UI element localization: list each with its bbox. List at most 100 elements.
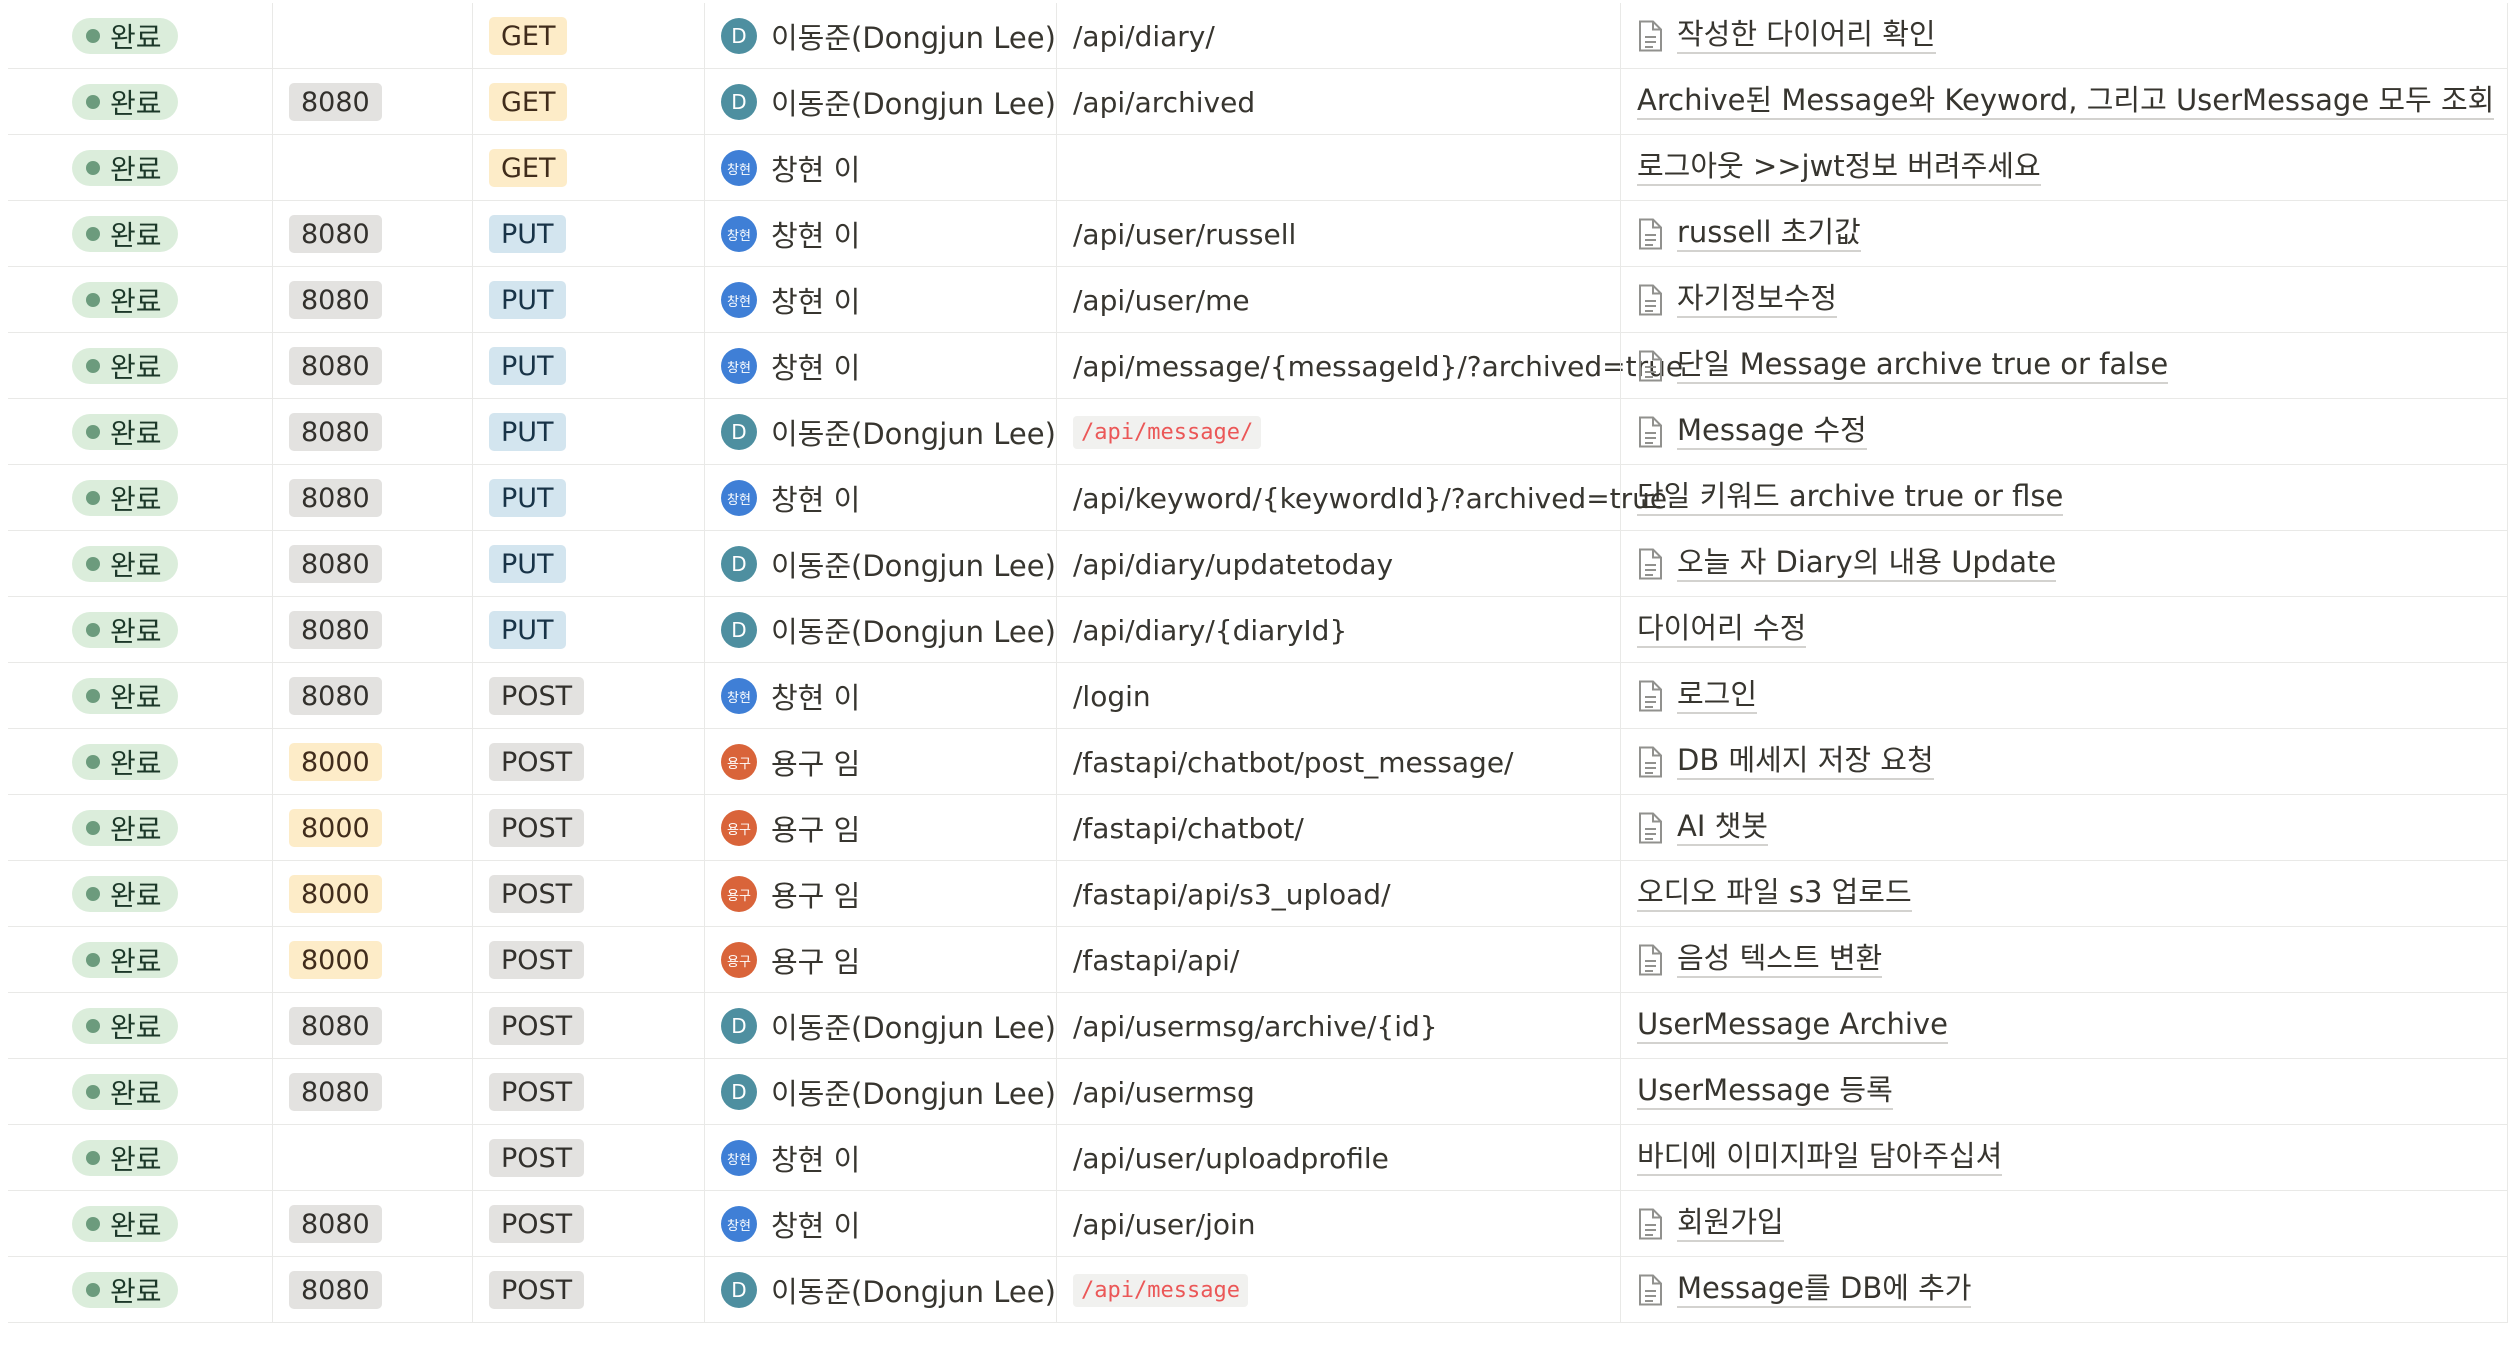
table-row[interactable]: 완료 8000 POST 용구 용구 임/fastapi/api/s3_upload/오… <box>8 861 2508 927</box>
port-cell[interactable]: 8080 <box>272 69 472 135</box>
status-cell[interactable]: 완료 <box>8 333 272 399</box>
description-cell[interactable]: russell 초기값 <box>1620 201 2508 267</box>
table-row[interactable]: 완료 8080 POST D 이동준(Dongjun Lee) /api/usermsg/… <box>8 993 2508 1059</box>
owner-cell[interactable]: 용구 용구 임 <box>704 861 1056 927</box>
description-link[interactable]: 로그인 <box>1677 677 1758 714</box>
table-row[interactable]: 완료 8000 POST 용구 용구 임/fastapi/api/음성 텍스트 변환 <box>8 927 2508 993</box>
method-cell[interactable]: POST <box>472 663 704 729</box>
table-row[interactable]: 완료 8080 POST 창현 창현 이/api/user/join 회원가입 <box>8 1191 2508 1257</box>
owner-cell[interactable]: 창현 창현 이 <box>704 333 1056 399</box>
description-link[interactable]: UserMessage 등록 <box>1637 1073 1893 1110</box>
description-link[interactable]: 음성 텍스트 변환 <box>1677 941 1883 978</box>
table-row[interactable]: 완료 8080 PUT 창현 창현 이/api/user/russell russell … <box>8 201 2508 267</box>
description-link[interactable]: 바디에 이미지파일 담아주십셔 <box>1637 1139 2003 1176</box>
description-cell[interactable]: 바디에 이미지파일 담아주십셔 <box>1620 1125 2508 1191</box>
method-cell[interactable]: PUT <box>472 597 704 663</box>
port-cell[interactable]: 8080 <box>272 399 472 465</box>
endpoint-cell[interactable]: /fastapi/api/ <box>1056 927 1620 993</box>
endpoint-cell[interactable]: /api/message/ <box>1056 399 1620 465</box>
status-cell[interactable]: 완료 <box>8 1125 272 1191</box>
status-cell[interactable]: 완료 <box>8 531 272 597</box>
port-cell[interactable]: 8080 <box>272 465 472 531</box>
port-cell[interactable]: 8080 <box>272 597 472 663</box>
endpoint-cell[interactable]: /api/usermsg/archive/{id} <box>1056 993 1620 1059</box>
method-cell[interactable]: PUT <box>472 531 704 597</box>
status-cell[interactable]: 완료 <box>8 795 272 861</box>
description-cell[interactable]: 오디오 파일 s3 업로드 <box>1620 861 2508 927</box>
description-link[interactable]: Message를 DB에 추가 <box>1677 1271 1972 1308</box>
description-link[interactable]: 단일 Message archive true or false <box>1677 347 2169 384</box>
owner-cell[interactable]: D 이동준(Dongjun Lee) <box>704 597 1056 663</box>
description-link[interactable]: UserMessage Archive <box>1637 1007 1948 1044</box>
description-link[interactable]: Message 수정 <box>1677 413 1867 450</box>
port-cell[interactable] <box>272 3 472 69</box>
description-link[interactable]: AI 챗봇 <box>1677 809 1768 846</box>
description-cell[interactable]: 오늘 자 Diary의 내용 Update <box>1620 531 2508 597</box>
port-cell[interactable] <box>272 135 472 201</box>
method-cell[interactable]: POST <box>472 729 704 795</box>
description-cell[interactable]: 자기정보수정 <box>1620 267 2508 333</box>
description-link[interactable]: 오디오 파일 s3 업로드 <box>1637 875 1912 912</box>
port-cell[interactable]: 8000 <box>272 795 472 861</box>
table-row[interactable]: 완료 8080 PUT D 이동준(Dongjun Lee) /api/diary/{di… <box>8 597 2508 663</box>
owner-cell[interactable]: 창현 창현 이 <box>704 465 1056 531</box>
description-link[interactable]: DB 메세지 저장 요청 <box>1677 743 1934 780</box>
port-cell[interactable]: 8080 <box>272 201 472 267</box>
status-cell[interactable]: 완료 <box>8 597 272 663</box>
description-link[interactable]: 단일 키워드 archive true or flse <box>1637 479 2064 516</box>
endpoint-cell[interactable]: /api/usermsg <box>1056 1059 1620 1125</box>
description-link[interactable]: Archive된 Message와 Keyword, 그리고 UserMessa… <box>1637 83 2495 120</box>
status-cell[interactable]: 완료 <box>8 1191 272 1257</box>
owner-cell[interactable]: 용구 용구 임 <box>704 729 1056 795</box>
port-cell[interactable]: 8080 <box>272 1059 472 1125</box>
owner-cell[interactable]: D 이동준(Dongjun Lee) <box>704 399 1056 465</box>
status-cell[interactable]: 완료 <box>8 135 272 201</box>
owner-cell[interactable]: D 이동준(Dongjun Lee) <box>704 531 1056 597</box>
method-cell[interactable]: PUT <box>472 201 704 267</box>
endpoint-cell[interactable]: /login <box>1056 663 1620 729</box>
status-cell[interactable]: 완료 <box>8 1257 272 1323</box>
description-link[interactable]: russell 초기값 <box>1677 215 1861 252</box>
method-cell[interactable]: PUT <box>472 399 704 465</box>
endpoint-cell[interactable]: /api/keyword/{keywordId}/?archived=true <box>1056 465 1667 531</box>
port-cell[interactable]: 8000 <box>272 729 472 795</box>
description-link[interactable]: 작성한 다이어리 확인 <box>1677 17 1936 54</box>
status-cell[interactable]: 완료 <box>8 993 272 1059</box>
endpoint-cell[interactable]: /api/diary/updatetoday <box>1056 531 1620 597</box>
owner-cell[interactable]: 창현 창현 이 <box>704 1191 1056 1257</box>
port-cell[interactable] <box>272 1125 472 1191</box>
method-cell[interactable]: POST <box>472 927 704 993</box>
status-cell[interactable]: 완료 <box>8 3 272 69</box>
description-cell[interactable]: 음성 텍스트 변환 <box>1620 927 2508 993</box>
method-cell[interactable]: POST <box>472 993 704 1059</box>
status-cell[interactable]: 완료 <box>8 69 272 135</box>
description-cell[interactable]: AI 챗봇 <box>1620 795 2508 861</box>
status-cell[interactable]: 완료 <box>8 729 272 795</box>
port-cell[interactable]: 8080 <box>272 333 472 399</box>
table-row[interactable]: 완료 8080 PUT D 이동준(Dongjun Lee) /api/diary/upd… <box>8 531 2508 597</box>
port-cell[interactable]: 8080 <box>272 531 472 597</box>
method-cell[interactable]: POST <box>472 1191 704 1257</box>
status-cell[interactable]: 완료 <box>8 861 272 927</box>
owner-cell[interactable]: D 이동준(Dongjun Lee) <box>704 69 1056 135</box>
owner-cell[interactable]: 용구 용구 임 <box>704 795 1056 861</box>
endpoint-cell[interactable]: /fastapi/api/s3_upload/ <box>1056 861 1620 927</box>
table-row[interactable]: 완료 GET D 이동준(Dongjun Lee) /api/diary/작성한 다이어… <box>8 3 2508 69</box>
method-cell[interactable]: PUT <box>472 267 704 333</box>
owner-cell[interactable]: D 이동준(Dongjun Lee) <box>704 3 1056 69</box>
description-cell[interactable]: Archive된 Message와 Keyword, 그리고 UserMessa… <box>1620 69 2508 135</box>
description-cell[interactable]: 다이어리 수정 <box>1620 597 2508 663</box>
table-row[interactable]: 완료 8000 POST 용구 용구 임/fastapi/chatbot/AI 챗봇 <box>8 795 2508 861</box>
endpoint-cell[interactable]: /api/message/{messageId}/?archived=true <box>1056 333 1683 399</box>
owner-cell[interactable]: D 이동준(Dongjun Lee) <box>704 1257 1056 1323</box>
endpoint-cell[interactable]: /api/user/uploadprofile <box>1056 1125 1620 1191</box>
description-cell[interactable]: 단일 Message archive true or false <box>1620 333 2508 399</box>
table-row[interactable]: 완료 POST 창현 창현 이/api/user/uploadprofile 바디에 이… <box>8 1125 2508 1191</box>
endpoint-cell[interactable]: /api/diary/{diaryId} <box>1056 597 1620 663</box>
endpoint-cell[interactable]: /api/message <box>1056 1257 1620 1323</box>
table-row[interactable]: 완료 8080 GET D 이동준(Dongjun Lee) /api/archived A… <box>8 69 2508 135</box>
table-row[interactable]: 완료 8080 POST D 이동준(Dongjun Lee) /api/usermsg U… <box>8 1059 2508 1125</box>
table-row[interactable]: 완료 8080 PUT D 이동준(Dongjun Lee) /api/message/M… <box>8 399 2508 465</box>
description-link[interactable]: 회원가입 <box>1677 1205 1784 1242</box>
method-cell[interactable]: POST <box>472 795 704 861</box>
